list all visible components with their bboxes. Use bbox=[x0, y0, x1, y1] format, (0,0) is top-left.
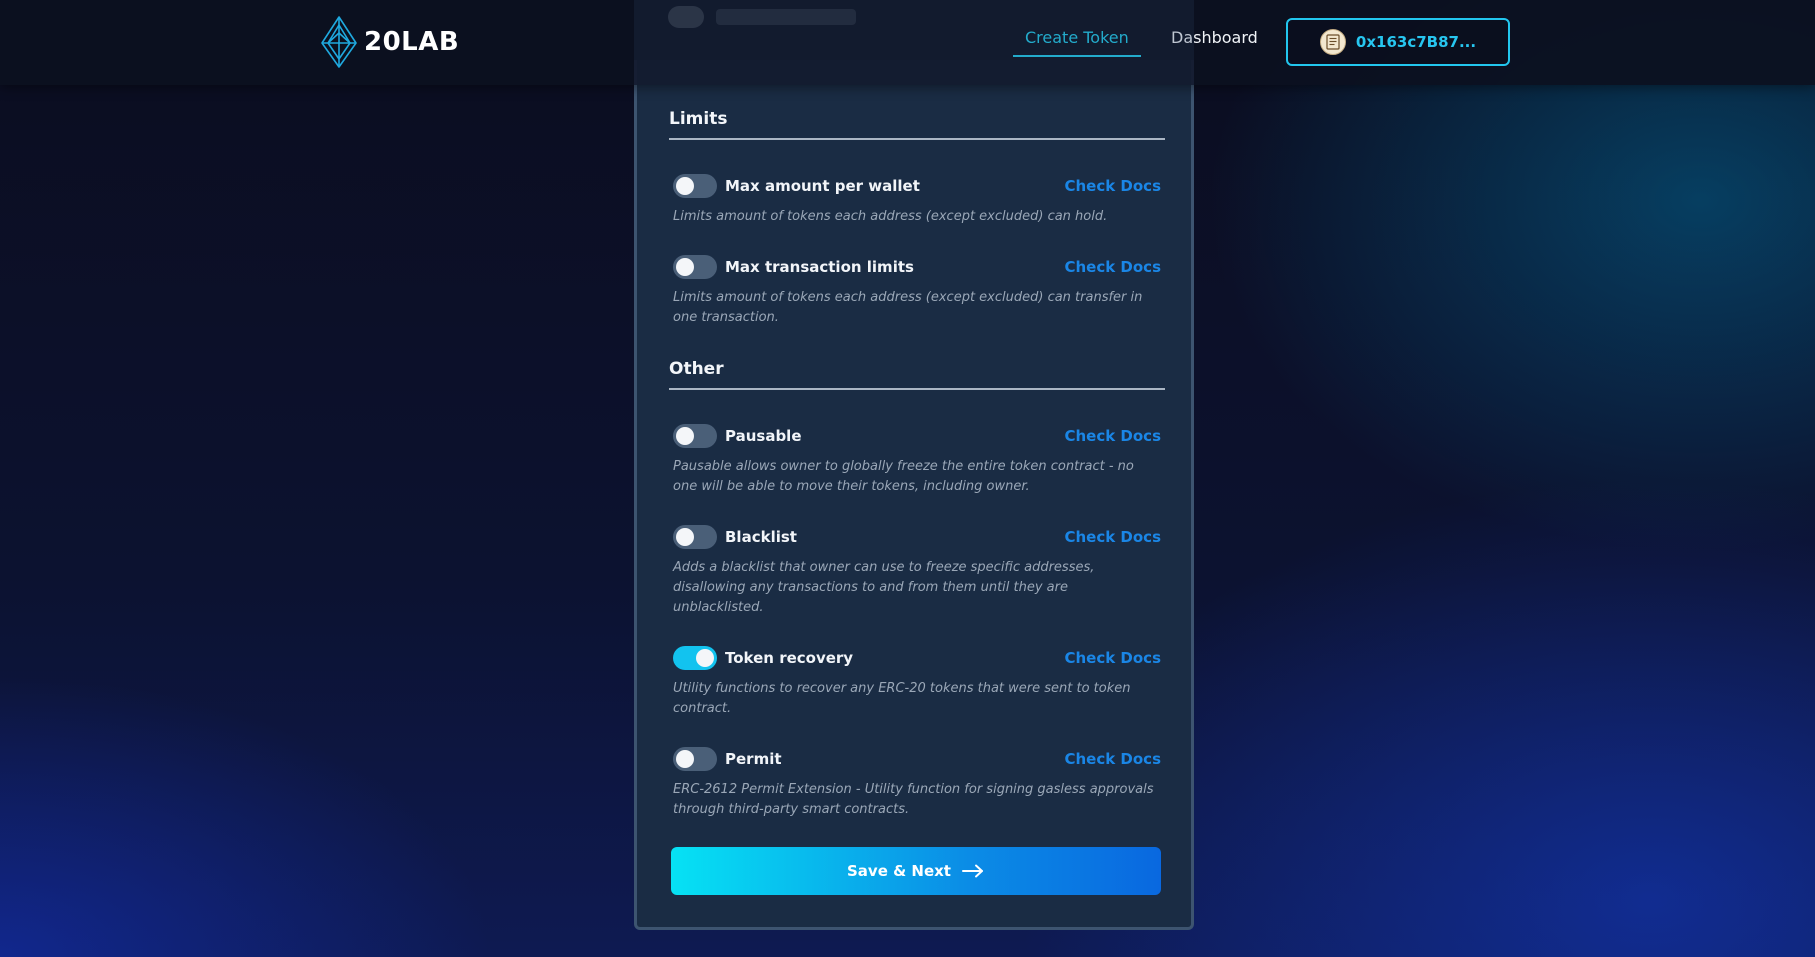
toggle-knob bbox=[676, 528, 694, 546]
wallet-avatar bbox=[1319, 29, 1346, 55]
toggle-blacklist[interactable] bbox=[673, 525, 717, 549]
feature-label: Token recovery bbox=[725, 649, 854, 667]
section-title-other: Other bbox=[669, 359, 724, 379]
feature-description: ERC-2612 Permit Extension - Utility func… bbox=[673, 782, 1154, 817]
logo[interactable]: 20LAB bbox=[318, 16, 459, 68]
section-divider bbox=[669, 388, 1165, 390]
save-next-button[interactable]: Save & Next bbox=[671, 847, 1161, 895]
toggle-token-recovery[interactable] bbox=[673, 646, 717, 670]
feature-label: Permit bbox=[725, 750, 782, 768]
logo-text: 20LAB bbox=[364, 27, 460, 57]
section-title-limits: Limits bbox=[669, 109, 728, 129]
token-settings-card: Limits Max amount per wallet Check Docs … bbox=[634, 60, 1194, 930]
feature-description: Utility functions to recover any ERC-20 … bbox=[673, 681, 1131, 716]
save-next-label: Save & Next bbox=[847, 862, 951, 880]
feature-description: Pausable allows owner to globally freeze… bbox=[673, 459, 1134, 494]
feature-label: Blacklist bbox=[725, 528, 797, 546]
check-docs-link[interactable]: Check Docs bbox=[1064, 177, 1161, 195]
wallet-address: 0x163c7B87... bbox=[1355, 33, 1477, 51]
ethereum-diamond-icon bbox=[321, 16, 357, 68]
check-docs-link[interactable]: Check Docs bbox=[1064, 528, 1161, 546]
nav-dashboard[interactable]: Dashboard bbox=[1171, 28, 1258, 47]
toggle-knob bbox=[676, 427, 694, 445]
nav-create-token[interactable]: Create Token bbox=[1013, 28, 1141, 57]
toggle-knob bbox=[676, 750, 694, 768]
arrow-right-icon bbox=[961, 864, 983, 878]
feature-label: Max amount per wallet bbox=[725, 177, 920, 195]
feature-label: Pausable bbox=[725, 427, 802, 445]
feature-max-amount-per-wallet: Max amount per wallet Check Docs Limits … bbox=[673, 173, 1161, 227]
feature-description: Limits amount of tokens each address (ex… bbox=[673, 290, 1143, 325]
toggle-pausable[interactable] bbox=[673, 424, 717, 448]
feature-permit: Permit Check Docs ERC-2612 Permit Extens… bbox=[673, 746, 1161, 820]
feature-token-recovery: Token recovery Check Docs Utility functi… bbox=[673, 645, 1161, 719]
wallet-avatar-icon bbox=[1326, 34, 1340, 50]
toggle-max-transaction-limits[interactable] bbox=[673, 255, 717, 279]
toggle-knob bbox=[676, 177, 694, 195]
toggle-knob bbox=[676, 258, 694, 276]
top-navbar: 20LAB Create Token Dashboard 0x163c7B87.… bbox=[0, 0, 1815, 85]
wallet-button[interactable]: 0x163c7B87... bbox=[1286, 18, 1510, 66]
toggle-knob bbox=[696, 649, 714, 667]
feature-pausable: Pausable Check Docs Pausable allows owne… bbox=[673, 423, 1161, 497]
check-docs-link[interactable]: Check Docs bbox=[1064, 750, 1161, 768]
feature-label: Max transaction limits bbox=[725, 258, 914, 276]
feature-description: Adds a blacklist that owner can use to f… bbox=[673, 560, 1095, 615]
feature-blacklist: Blacklist Check Docs Adds a blacklist th… bbox=[673, 524, 1161, 618]
toggle-permit[interactable] bbox=[673, 747, 717, 771]
feature-max-transaction-limits: Max transaction limits Check Docs Limits… bbox=[673, 254, 1161, 328]
check-docs-link[interactable]: Check Docs bbox=[1064, 427, 1161, 445]
toggle-max-amount-per-wallet[interactable] bbox=[673, 174, 717, 198]
feature-description: Limits amount of tokens each address (ex… bbox=[673, 209, 1108, 224]
section-divider bbox=[669, 138, 1165, 140]
check-docs-link[interactable]: Check Docs bbox=[1064, 649, 1161, 667]
check-docs-link[interactable]: Check Docs bbox=[1064, 258, 1161, 276]
